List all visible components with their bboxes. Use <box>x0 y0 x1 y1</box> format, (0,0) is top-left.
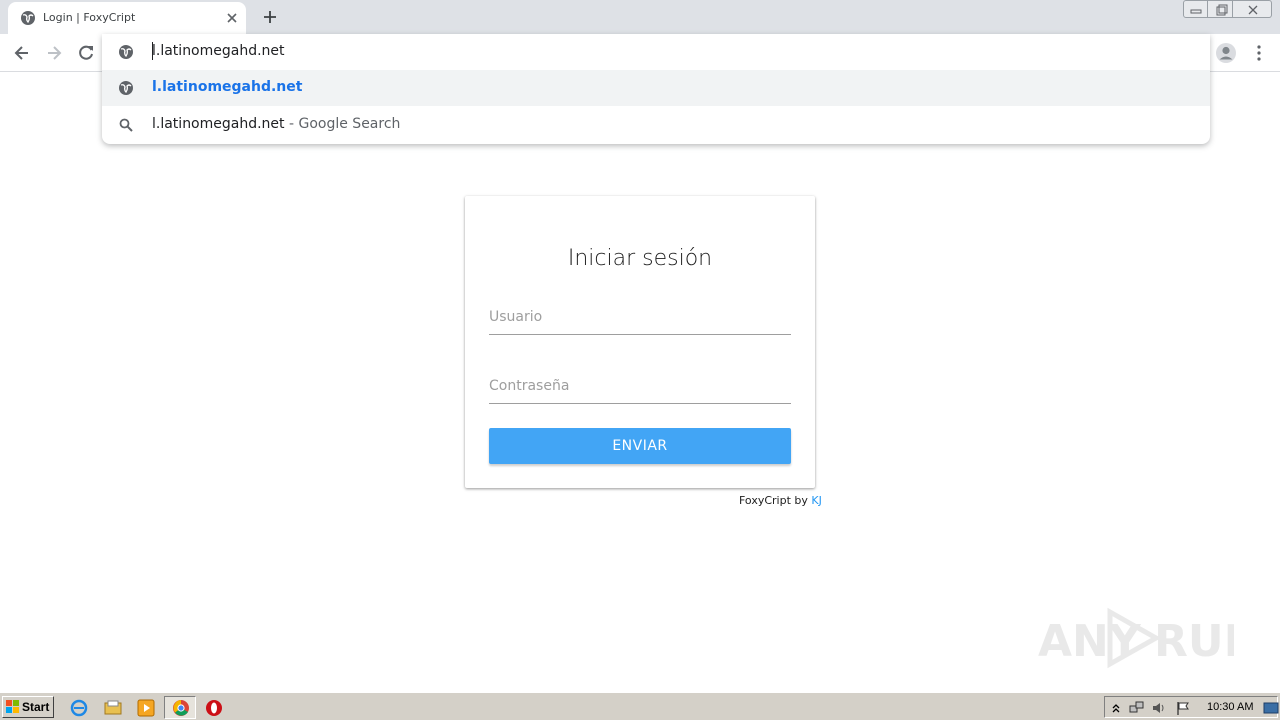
search-icon <box>119 118 133 132</box>
clock[interactable]: 10:30 AM <box>1207 701 1253 713</box>
globe-icon <box>119 45 133 59</box>
credit-text: FoxyCript by KJ <box>739 494 822 507</box>
windows-logo-icon <box>6 700 19 713</box>
page-title: Iniciar sesión <box>567 246 713 271</box>
back-icon[interactable] <box>12 43 32 63</box>
more-menu-icon[interactable] <box>1250 43 1268 63</box>
address-bar[interactable]: l.latinomegahd.net <box>102 34 1210 70</box>
reload-icon[interactable] <box>76 43 96 63</box>
show-desktop-icon[interactable] <box>1263 700 1279 716</box>
globe-icon <box>21 11 35 25</box>
tab-login[interactable]: Login | FoxyCript <box>8 2 246 34</box>
chrome-taskbar-button[interactable] <box>164 696 196 719</box>
window-close-button[interactable] <box>1232 0 1272 18</box>
suggestion-query: l.latinomegahd.net <box>152 116 285 132</box>
login-card: Iniciar sesión ENVIAR <box>465 196 815 488</box>
ie-icon[interactable] <box>70 699 88 717</box>
flag-icon[interactable] <box>1175 700 1191 716</box>
chevron-up-icon[interactable] <box>1108 700 1124 716</box>
new-tab-icon[interactable] <box>260 7 280 27</box>
explorer-icon[interactable] <box>104 699 122 717</box>
close-icon[interactable] <box>224 10 240 26</box>
start-label: Start <box>22 700 50 714</box>
credit-link[interactable]: KJ <box>811 494 821 507</box>
chrome-icon <box>173 700 189 716</box>
submit-button[interactable]: ENVIAR <box>489 428 791 464</box>
watermark-right-text: RUN <box>1154 616 1234 667</box>
minimize-button[interactable] <box>1183 0 1208 18</box>
system-tray: 10:30 AM <box>1104 696 1279 718</box>
globe-icon <box>119 81 133 95</box>
network-icon[interactable] <box>1129 700 1145 716</box>
tab-strip: Login | FoxyCript <box>0 0 1280 34</box>
opera-icon[interactable] <box>205 699 223 717</box>
suggestion-suffix: - Google Search <box>284 116 401 132</box>
minimize-icon <box>1190 9 1202 14</box>
forward-icon[interactable] <box>44 43 64 63</box>
suggestion-search-text: l.latinomegahd.net - Google Search <box>152 116 400 132</box>
credit-prefix: FoxyCript by <box>739 494 812 507</box>
address-input-text[interactable]: l.latinomegahd.net <box>152 43 285 59</box>
media-player-icon[interactable] <box>137 699 155 717</box>
suggestion-url[interactable]: l.latinomegahd.net <box>102 70 1210 106</box>
suggestion-search[interactable]: l.latinomegahd.net - Google Search <box>102 107 1210 143</box>
volume-icon[interactable] <box>1151 700 1167 716</box>
tab-title: Login | FoxyCript <box>43 11 136 24</box>
restore-icon <box>1216 4 1228 16</box>
username-input[interactable] <box>489 299 791 335</box>
close-icon <box>1248 5 1258 15</box>
profile-avatar-icon[interactable] <box>1215 42 1237 64</box>
text-caret <box>152 42 153 60</box>
taskbar: Start 10:30 AM <box>0 692 1280 720</box>
anyrun-watermark: ANY RUN <box>1038 607 1234 669</box>
omnibox-dropdown: l.latinomegahd.net l.latinomegahd.net l.… <box>102 34 1210 144</box>
password-input[interactable] <box>489 368 791 404</box>
restore-button[interactable] <box>1207 0 1233 18</box>
suggestion-url-text: l.latinomegahd.net <box>152 79 303 95</box>
start-button[interactable]: Start <box>2 696 54 718</box>
